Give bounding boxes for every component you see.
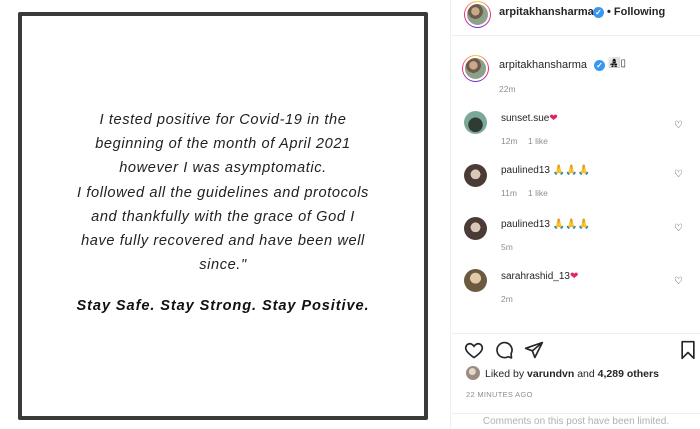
like-comment-heart-icon[interactable]: ♡ (674, 170, 684, 180)
comment-username[interactable]: paulined13 🙏🙏🙏 (501, 165, 590, 176)
avatar-image (465, 2, 490, 27)
quote-line: and thankfully with the grace of God I (91, 208, 355, 225)
like-comment-heart-icon[interactable]: ♡ (674, 121, 684, 131)
comments-limited-notice: Comments on this post have been limited. (452, 413, 700, 429)
save-bookmark-icon[interactable] (678, 340, 698, 360)
quote-line: however I was asymptomatic. (119, 160, 327, 177)
header-username[interactable]: arpitakhansharma (499, 6, 594, 18)
verified-badge-icon: ✓ (594, 60, 605, 71)
comment-username[interactable]: sarahrashid_13❤ (501, 271, 578, 282)
like-comment-heart-icon[interactable]: ♡ (674, 277, 684, 287)
post-header: arpitakhansharma ✓ • Following (452, 0, 700, 36)
comment-likes[interactable]: 1 like (528, 188, 548, 198)
liked-by-text: Liked by varundvn and 4,289 others (485, 368, 659, 380)
comment-likes[interactable]: 1 like (528, 136, 548, 146)
post-actions: Liked by varundvn and 4,289 others 22 MI… (452, 333, 700, 429)
comment-time: 5m (501, 242, 513, 252)
comment-username[interactable]: sunset.sue❤ (501, 113, 558, 124)
quote-line: I followed all the guidelines and protoc… (77, 184, 369, 201)
comment-time: 2m (501, 294, 513, 304)
like-comment-heart-icon[interactable]: ♡ (674, 224, 684, 234)
comment-avatar[interactable] (464, 111, 487, 134)
post-media: I tested positive for Covid-19 in the be… (0, 0, 451, 429)
avatar-image (463, 56, 488, 81)
quote-line: have fully recovered and have been well (81, 233, 365, 250)
quote-motto: Stay Safe. Stay Strong. Stay Positive. (76, 298, 370, 314)
following-button[interactable]: • Following (607, 6, 665, 18)
comment-avatar[interactable] (464, 269, 487, 292)
comment-time: 12m (501, 136, 518, 146)
comment-avatar[interactable] (464, 217, 487, 240)
avatar[interactable] (464, 1, 491, 28)
quote-line: beginning of the month of April 2021 (95, 136, 351, 153)
verified-badge-icon: ✓ (593, 7, 604, 18)
liked-by-prefix: Liked by (485, 368, 528, 380)
like-heart-icon[interactable] (464, 340, 484, 360)
comments-list[interactable]: arpitakhansharma ✓ 👩‍👧‍👦▯ 22m sunset.sue… (452, 37, 700, 332)
caption-time: 22m (499, 84, 516, 94)
quote-line: I tested positive for Covid-19 in the (99, 112, 347, 128)
comment-time: 11m (501, 188, 517, 198)
caption-emoji: 👩‍👧‍👦▯ (608, 58, 626, 69)
liked-by-user[interactable]: varundvn (527, 368, 574, 380)
caption-avatar[interactable] (462, 55, 489, 82)
quote-line: since." (199, 257, 247, 274)
caption-username[interactable]: arpitakhansharma (499, 59, 587, 71)
comment-username[interactable]: paulined13 🙏🙏🙏 (501, 219, 590, 230)
liked-by-avatar[interactable] (466, 366, 480, 380)
quote-card: I tested positive for Covid-19 in the be… (18, 12, 428, 420)
share-paper-plane-icon[interactable] (524, 340, 544, 360)
post-panel: arpitakhansharma ✓ • Following arpitakha… (452, 0, 700, 429)
liked-by-and: and (574, 368, 598, 380)
likes-count-link[interactable]: 4,289 others (598, 368, 659, 380)
quote-text: I tested positive for Covid-19 in the be… (22, 108, 424, 277)
comment-bubble-icon[interactable] (494, 340, 514, 360)
comment-avatar[interactable] (464, 164, 487, 187)
post-timestamp[interactable]: 22 MINUTES AGO (466, 390, 533, 399)
